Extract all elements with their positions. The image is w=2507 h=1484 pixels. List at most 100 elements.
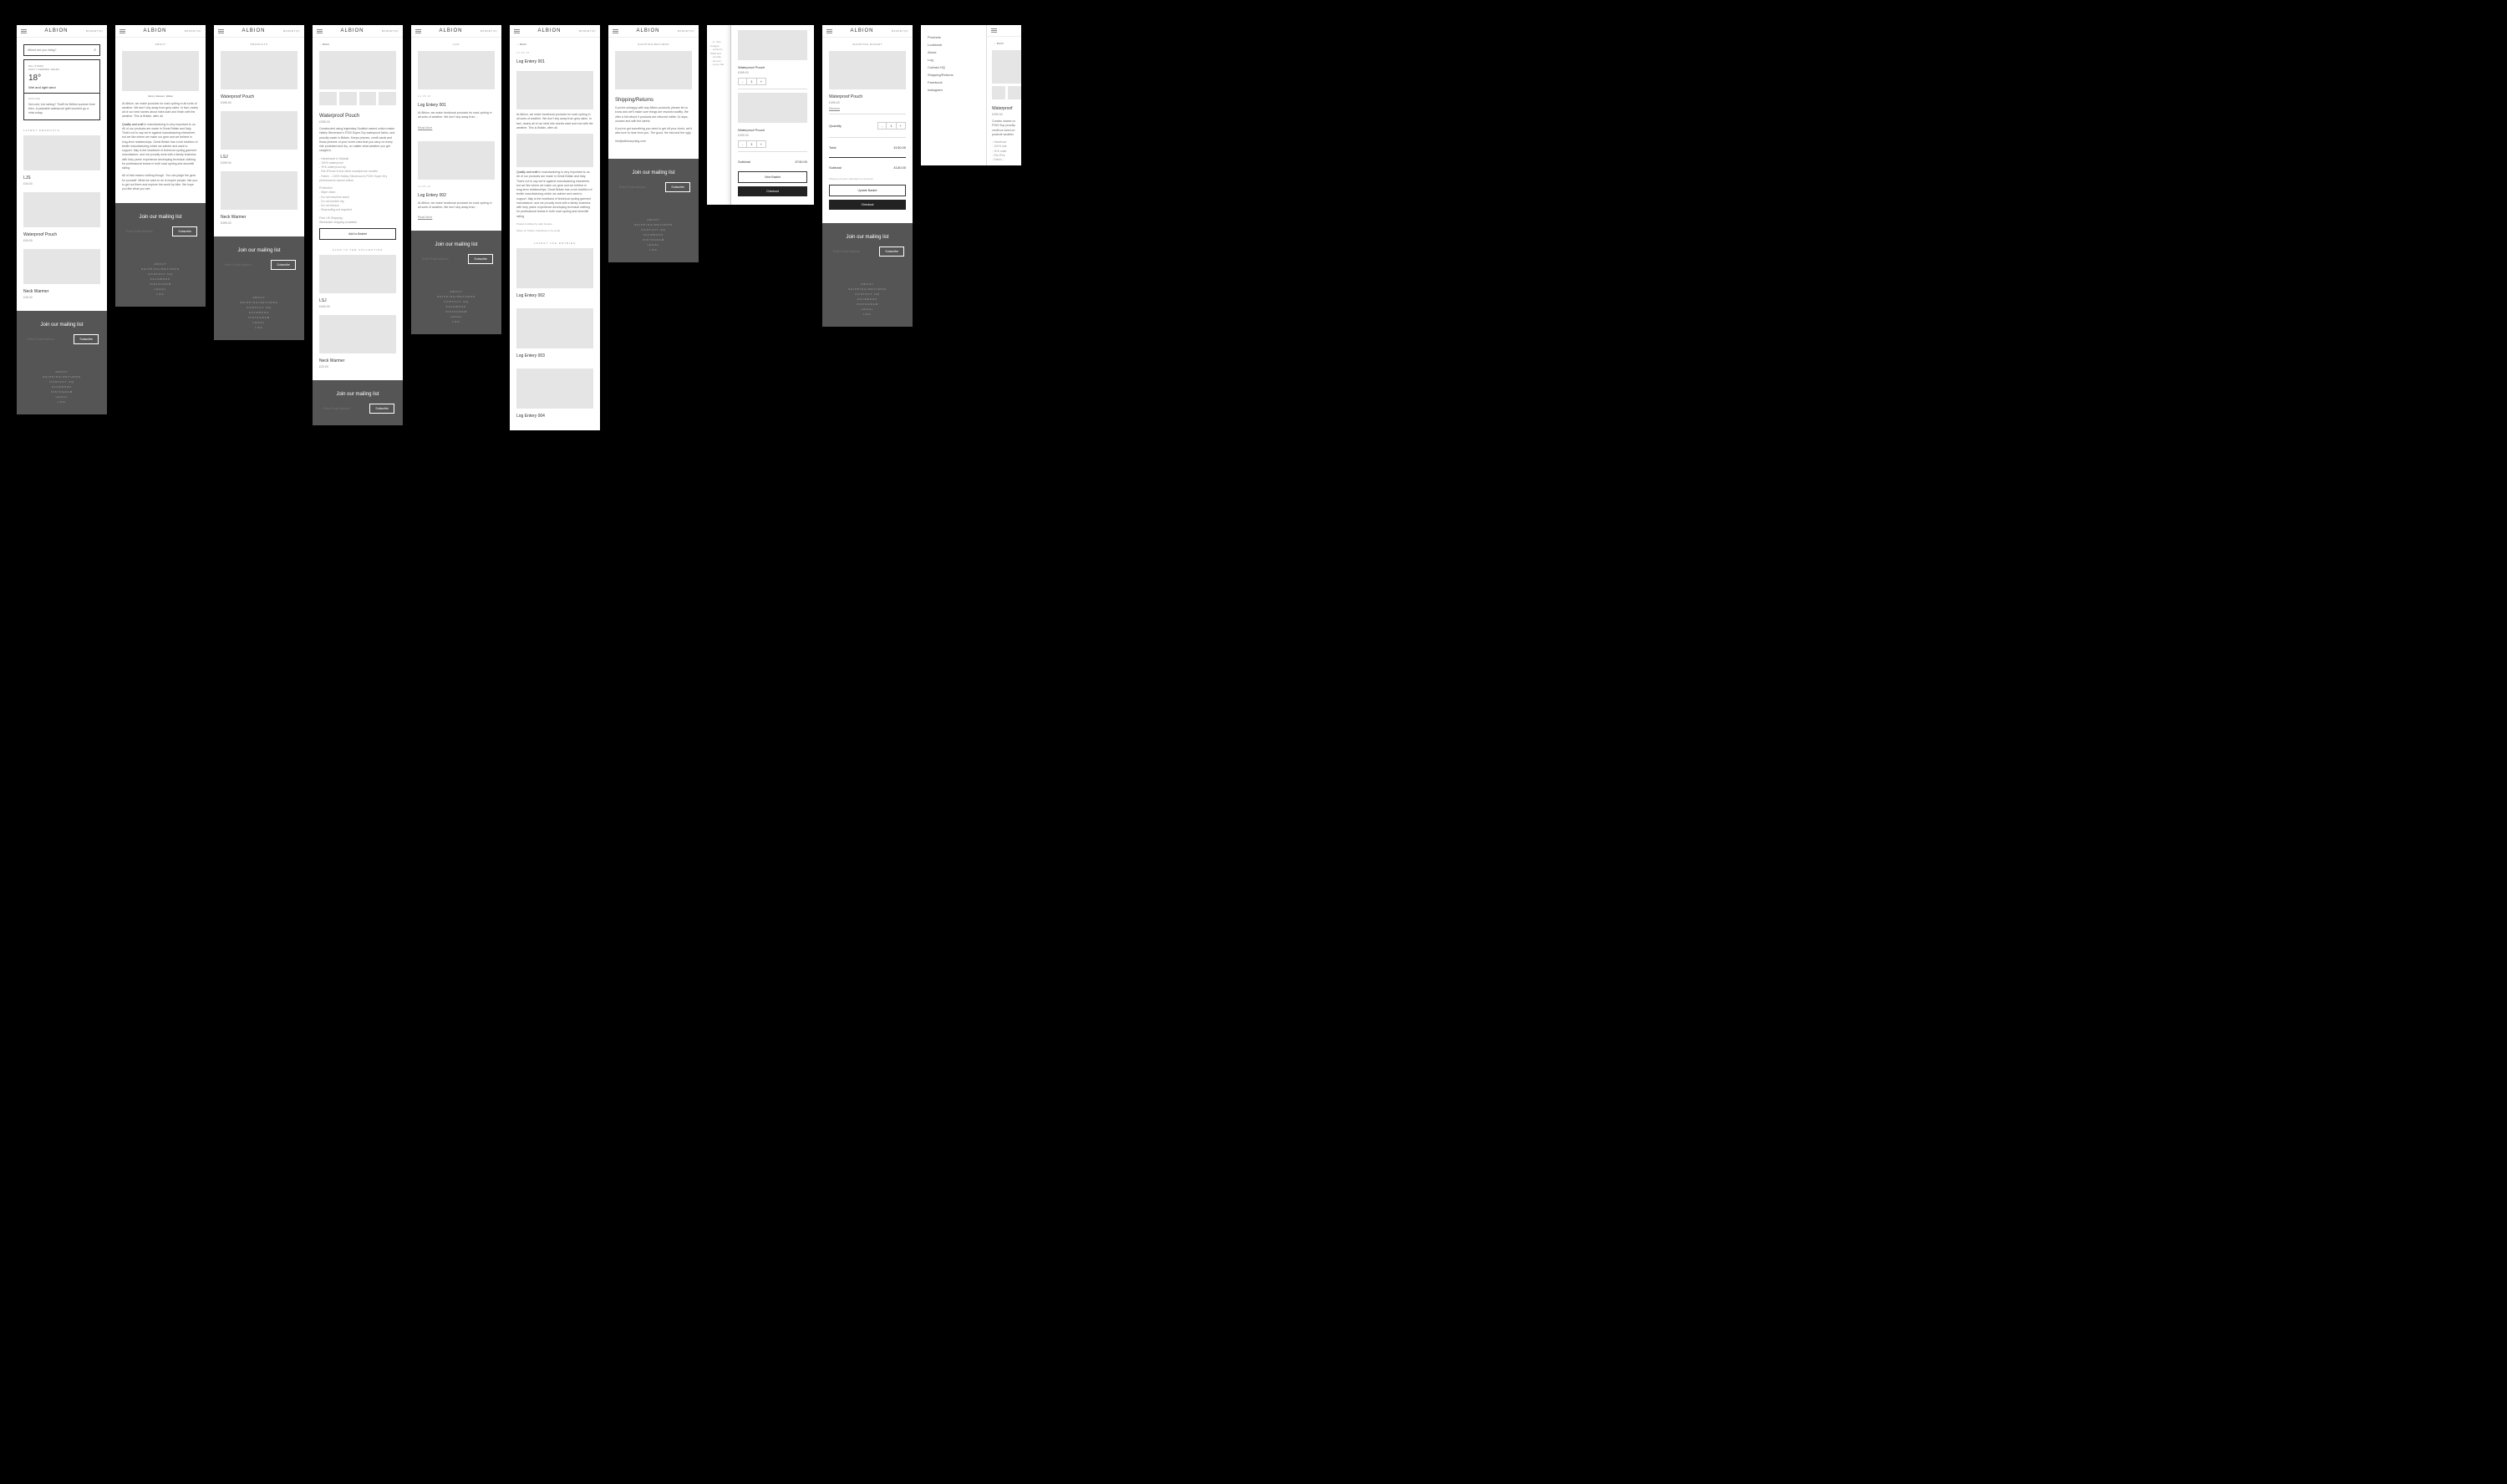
subscribe-button[interactable]: Subscribe bbox=[468, 254, 493, 264]
subscribe-button[interactable]: Subscribe bbox=[369, 404, 394, 414]
minus-icon[interactable]: - bbox=[739, 79, 746, 84]
footer-link[interactable]: LOG bbox=[411, 319, 501, 324]
log-title[interactable]: Log Entery 004 bbox=[516, 414, 593, 419]
basket-link[interactable]: BASKET(0) bbox=[382, 29, 399, 33]
product-image[interactable] bbox=[319, 255, 396, 293]
checkout-button[interactable]: Checkout bbox=[829, 200, 906, 210]
thumbnail[interactable] bbox=[319, 92, 337, 105]
contact-email[interactable]: info@albioncycling.com bbox=[615, 140, 692, 144]
qty-stepper[interactable]: -1+ bbox=[738, 78, 766, 85]
plus-icon[interactable]: + bbox=[757, 141, 765, 147]
basket-link[interactable]: BASKET(0) bbox=[185, 29, 201, 33]
product-name[interactable]: Neck Warmer bbox=[23, 289, 100, 294]
menu-item[interactable]: Instagram bbox=[928, 86, 979, 94]
minus-icon[interactable]: - bbox=[878, 123, 886, 129]
log-title[interactable]: Log Entery 001 bbox=[418, 103, 495, 108]
product-name[interactable]: LSJ bbox=[221, 155, 297, 160]
product-image[interactable] bbox=[221, 171, 297, 210]
share-links[interactable]: Share on Twitter, Facebook or by email bbox=[516, 229, 593, 233]
product-image[interactable] bbox=[221, 111, 297, 150]
footer-link[interactable]: LOG bbox=[17, 399, 107, 404]
basket-link[interactable]: BASKET(0) bbox=[283, 29, 300, 33]
brand[interactable]: ALBION bbox=[143, 28, 166, 33]
remove-link[interactable]: Remove bbox=[829, 107, 840, 110]
footer-link[interactable]: LOG bbox=[608, 247, 699, 252]
back-link[interactable]: BACK bbox=[987, 37, 1021, 50]
menu-icon[interactable] bbox=[120, 29, 125, 33]
thumbnail[interactable] bbox=[379, 92, 396, 105]
basket-link[interactable]: BASKET(0) bbox=[579, 29, 596, 33]
qty-stepper[interactable]: -1+ bbox=[877, 122, 906, 130]
brand[interactable]: ALBION bbox=[636, 28, 659, 33]
basket-link[interactable]: BASKET(0) bbox=[86, 29, 103, 33]
subscribe-button[interactable]: Subscribe bbox=[74, 334, 99, 344]
brand[interactable]: ALBION bbox=[242, 28, 265, 33]
product-name[interactable]: Waterproof Pouch bbox=[221, 94, 297, 99]
email-input[interactable] bbox=[617, 182, 662, 192]
subscribe-button[interactable]: Subscribe bbox=[879, 246, 904, 257]
log-image[interactable] bbox=[516, 248, 593, 288]
email-input[interactable] bbox=[831, 246, 876, 257]
email-input[interactable] bbox=[321, 404, 366, 414]
product-name[interactable]: LJS bbox=[23, 175, 100, 180]
product-image[interactable] bbox=[319, 315, 396, 353]
product-name[interactable]: LSJ bbox=[319, 298, 396, 303]
qty-stepper[interactable]: -1+ bbox=[738, 140, 766, 148]
log-image[interactable] bbox=[516, 368, 593, 409]
thumbnail[interactable] bbox=[339, 92, 357, 105]
menu-item[interactable]: Log bbox=[928, 56, 979, 64]
plus-icon[interactable]: + bbox=[897, 123, 905, 129]
menu-item[interactable]: Shipping/Returns bbox=[928, 71, 979, 79]
product-image[interactable] bbox=[23, 249, 100, 284]
product-image[interactable] bbox=[221, 51, 297, 89]
basket-link[interactable]: BASKET(0) bbox=[481, 29, 497, 33]
product-name[interactable]: Waterproof Pouch bbox=[23, 232, 100, 237]
product-image[interactable] bbox=[23, 192, 100, 227]
menu-item[interactable]: Lookbook bbox=[928, 41, 979, 48]
log-image[interactable] bbox=[418, 141, 495, 180]
menu-item[interactable]: Contact HQ bbox=[928, 64, 979, 71]
subscribe-button[interactable]: Subscribe bbox=[665, 182, 690, 192]
brand[interactable]: ALBION bbox=[537, 28, 561, 33]
email-input[interactable] bbox=[420, 254, 465, 264]
log-image[interactable] bbox=[516, 308, 593, 348]
product-image[interactable] bbox=[23, 135, 100, 170]
menu-icon[interactable] bbox=[826, 29, 832, 33]
brand[interactable]: ALBION bbox=[850, 28, 873, 33]
basket-link[interactable]: BASKET(0) bbox=[678, 29, 694, 33]
footer-link[interactable]: LOG bbox=[822, 312, 913, 317]
plus-icon[interactable]: + bbox=[757, 79, 765, 84]
menu-icon[interactable] bbox=[415, 29, 421, 33]
menu-item[interactable]: About bbox=[928, 48, 979, 56]
menu-icon[interactable] bbox=[613, 29, 618, 33]
brand[interactable]: ALBION bbox=[44, 28, 68, 33]
menu-icon[interactable] bbox=[218, 29, 224, 33]
basket-link[interactable]: BASKET(0) bbox=[892, 29, 908, 33]
view-basket-button[interactable]: View Basket bbox=[738, 171, 807, 183]
checkout-button[interactable]: Checkout bbox=[738, 186, 807, 196]
read-more-link[interactable]: Read More bbox=[418, 216, 432, 219]
product-name[interactable]: Neck Warmer bbox=[319, 358, 396, 363]
email-input[interactable] bbox=[124, 226, 169, 236]
search-icon[interactable]: ⌕ bbox=[94, 48, 96, 53]
subscribe-button[interactable]: Subscribe bbox=[172, 226, 197, 236]
thumbnail[interactable] bbox=[1008, 86, 1021, 99]
menu-icon[interactable] bbox=[991, 28, 997, 33]
subscribe-button[interactable]: Subscribe bbox=[271, 260, 296, 270]
search-input[interactable] bbox=[28, 48, 94, 52]
email-input[interactable] bbox=[222, 260, 267, 270]
menu-icon[interactable] bbox=[514, 29, 520, 33]
back-link[interactable]: BACK bbox=[510, 38, 600, 51]
search-box[interactable]: ⌕ bbox=[23, 44, 100, 56]
log-title[interactable]: Log Entery 002 bbox=[516, 293, 593, 298]
menu-item[interactable]: Products bbox=[928, 33, 979, 41]
log-title[interactable]: Log Entery 003 bbox=[516, 353, 593, 358]
product-name[interactable]: Neck Warmer bbox=[221, 215, 297, 220]
menu-icon[interactable] bbox=[21, 29, 27, 33]
menu-item[interactable]: Facebook bbox=[928, 79, 979, 86]
menu-icon[interactable] bbox=[317, 29, 323, 33]
add-to-basket-button[interactable]: Add to Basket bbox=[319, 228, 396, 240]
update-basket-button[interactable]: Update Basket bbox=[829, 185, 906, 196]
log-image[interactable] bbox=[418, 51, 495, 89]
minus-icon[interactable]: - bbox=[739, 141, 746, 147]
